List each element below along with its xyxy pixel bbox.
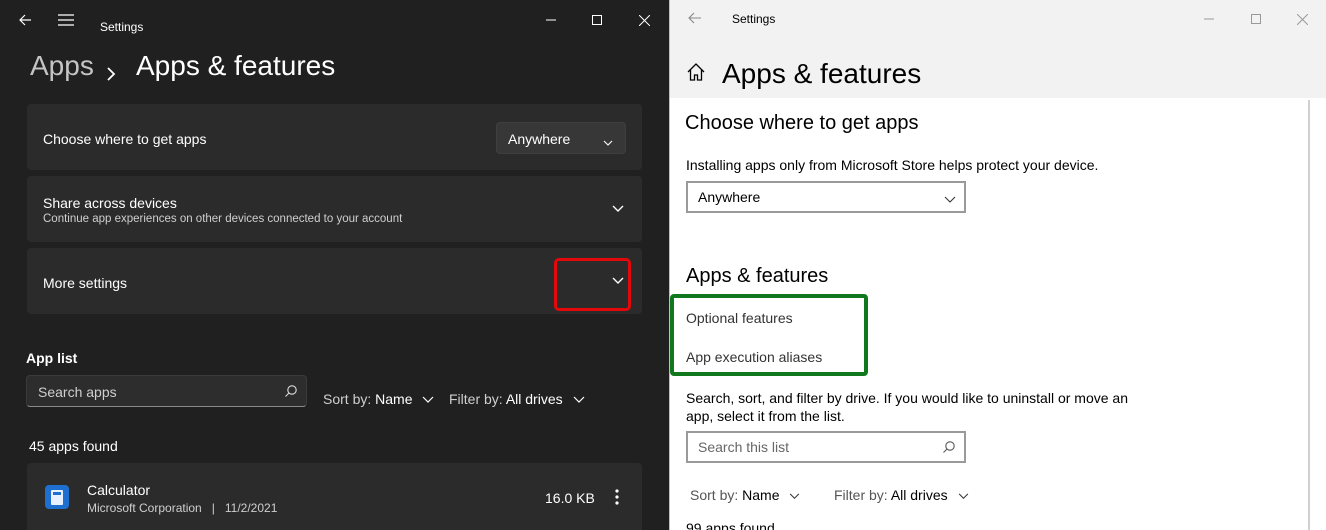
choose-where-dropdown[interactable]: Anywhere — [496, 122, 626, 154]
title-bar: Settings — [0, 0, 669, 40]
highlight-box-red — [554, 258, 631, 311]
scrollbar[interactable] — [1308, 100, 1310, 530]
list-item[interactable]: Calculator Microsoft Corporation | 11/2/… — [27, 463, 642, 530]
chevron-down-icon — [790, 493, 800, 499]
maximize-icon[interactable] — [582, 10, 612, 30]
page-title: Apps & features — [136, 50, 336, 81]
back-arrow-icon[interactable] — [10, 10, 40, 30]
window-title: Settings — [732, 12, 776, 26]
filter-value: All drives — [505, 391, 563, 407]
dropdown-value: Anywhere — [698, 189, 761, 205]
app-name: Calculator — [87, 482, 151, 498]
choose-where-label: Choose where to get apps — [43, 131, 207, 147]
chevron-down-icon — [603, 133, 613, 149]
meta-separator: | — [211, 501, 215, 515]
filter-by-control[interactable]: Filter by: All drives — [834, 487, 969, 503]
filter-label: Filter by: — [449, 391, 503, 407]
sort-label: Sort by: — [323, 391, 372, 407]
hamburger-menu-icon[interactable] — [51, 10, 81, 30]
app-publisher: Microsoft Corporation — [87, 501, 202, 515]
close-icon[interactable] — [629, 10, 659, 30]
maximize-icon[interactable] — [1249, 12, 1263, 26]
home-icon[interactable] — [685, 61, 707, 83]
search-placeholder: Search this list — [698, 439, 790, 455]
minimize-icon[interactable] — [1202, 12, 1216, 26]
sort-by-control[interactable]: Sort by: Name — [690, 487, 800, 503]
win10-settings-window: Settings Apps & features Choose where to… — [670, 0, 1326, 530]
chevron-down-icon — [422, 396, 434, 403]
choose-where-description: Installing apps only from Microsoft Stor… — [686, 157, 1099, 173]
filter-label: Filter by: — [834, 487, 888, 503]
search-apps-input[interactable]: Search apps — [26, 375, 307, 407]
choose-where-dropdown[interactable]: Anywhere — [686, 181, 966, 213]
dropdown-value: Anywhere — [508, 131, 571, 147]
win11-settings-window: Settings Apps Apps & features Choose whe… — [0, 0, 669, 530]
search-icon — [942, 440, 956, 459]
more-settings-label: More settings — [43, 275, 128, 291]
close-icon[interactable] — [1295, 12, 1309, 26]
chevron-down-icon — [573, 396, 584, 403]
sort-value: Name — [742, 487, 780, 503]
minimize-icon[interactable] — [536, 10, 566, 30]
chevron-down-icon — [944, 191, 956, 209]
app-date: 11/2/2021 — [224, 501, 278, 515]
apps-features-heading: Apps & features — [686, 265, 829, 287]
apps-found-count: 45 apps found — [29, 438, 118, 454]
breadcrumb-separator — [105, 57, 117, 89]
search-icon — [284, 384, 298, 403]
search-placeholder: Search apps — [38, 384, 117, 400]
apps-found-count: 99 apps found — [686, 520, 775, 530]
app-list-heading: App list — [26, 350, 78, 366]
share-across-devices-card[interactable]: Share across devices Continue app experi… — [27, 176, 642, 242]
search-description-line2: app, select it from the list. — [686, 408, 845, 424]
more-settings-card[interactable]: More settings — [27, 248, 642, 314]
more-vertical-icon[interactable] — [609, 487, 625, 507]
sort-label: Sort by: — [690, 487, 739, 503]
calculator-icon — [45, 485, 69, 509]
window-title: Settings — [100, 20, 144, 34]
share-label: Share across devices — [43, 195, 177, 211]
search-list-input[interactable]: Search this list — [686, 431, 966, 463]
search-description-line1: Search, sort, and filter by drive. If yo… — [686, 390, 1128, 406]
filter-value: All drives — [890, 487, 948, 503]
chevron-down-icon[interactable] — [606, 197, 630, 221]
sort-by-control[interactable]: Sort by: Name — [323, 391, 434, 407]
page-title: Apps & features — [722, 58, 922, 89]
breadcrumb-apps[interactable]: Apps — [30, 50, 94, 82]
chevron-down-icon — [958, 493, 968, 499]
filter-by-control[interactable]: Filter by: All drives — [449, 391, 585, 407]
share-description: Continue app experiences on other device… — [43, 213, 403, 225]
sort-value: Name — [375, 391, 413, 407]
header-area: Settings Apps & features — [670, 0, 1326, 98]
back-arrow-icon[interactable] — [687, 11, 703, 25]
choose-where-heading: Choose where to get apps — [685, 112, 919, 134]
app-size: 16.0 KB — [545, 490, 595, 506]
choose-where-card: Choose where to get apps Anywhere — [27, 104, 642, 170]
app-meta: Microsoft Corporation | 11/2/2021 — [87, 501, 277, 515]
highlight-box-green — [670, 294, 868, 376]
